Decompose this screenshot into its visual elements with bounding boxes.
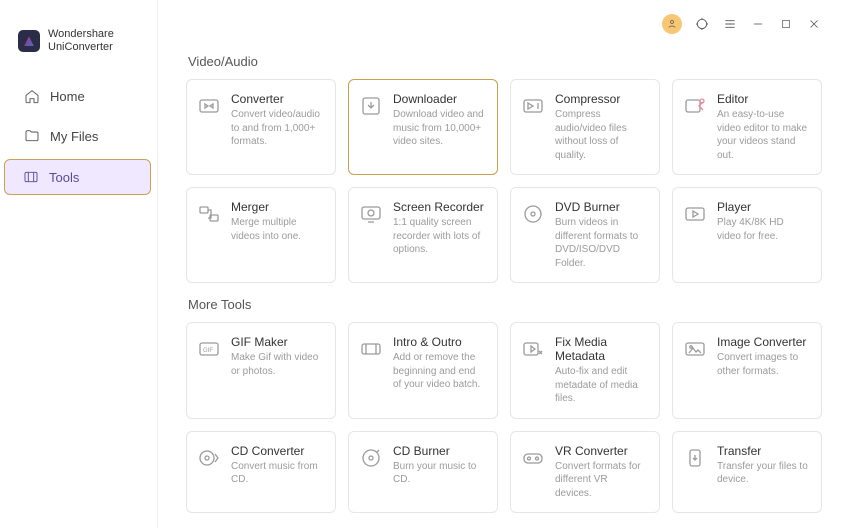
main-panel: Video/Audio Converter Convert video/audi… bbox=[158, 0, 850, 528]
minimize-button[interactable] bbox=[750, 16, 766, 32]
card-vr-converter[interactable]: VR Converter Convert formats for differe… bbox=[510, 431, 660, 514]
card-desc: Download video and music from 10,000+ vi… bbox=[393, 108, 485, 149]
home-icon bbox=[24, 88, 40, 104]
transfer-icon bbox=[683, 446, 707, 470]
user-avatar-icon[interactable] bbox=[662, 14, 682, 34]
sidebar-item-tools[interactable]: Tools bbox=[4, 159, 151, 195]
cd-converter-icon bbox=[197, 446, 221, 470]
card-title: Image Converter bbox=[717, 335, 809, 349]
card-desc: Convert formats for different VR devices… bbox=[555, 460, 647, 501]
section-title-more-tools: More Tools bbox=[188, 297, 822, 312]
card-title: Fix Media Metadata bbox=[555, 335, 647, 363]
card-cd-burner[interactable]: CD Burner Burn your music to CD. bbox=[348, 431, 498, 514]
merger-icon bbox=[197, 202, 221, 226]
app-window: Wondershare UniConverter Home My Files T… bbox=[0, 0, 850, 528]
card-editor[interactable]: Editor An easy-to-use video editor to ma… bbox=[672, 79, 822, 175]
folder-icon bbox=[24, 128, 40, 144]
intro-outro-icon bbox=[359, 337, 383, 361]
card-title: Downloader bbox=[393, 92, 485, 106]
app-logo-icon bbox=[18, 30, 40, 52]
cd-burner-icon bbox=[359, 446, 383, 470]
sidebar-item-label: My Files bbox=[50, 129, 98, 144]
card-desc: 1:1 quality screen recorder with lots of… bbox=[393, 216, 485, 257]
card-title: Player bbox=[717, 200, 809, 214]
support-icon[interactable] bbox=[694, 16, 710, 32]
card-image-converter[interactable]: Image Converter Convert images to other … bbox=[672, 322, 822, 419]
card-desc: Play 4K/8K HD video for free. bbox=[717, 216, 809, 243]
card-desc: An easy-to-use video editor to make your… bbox=[717, 108, 809, 162]
section-title-video-audio: Video/Audio bbox=[188, 54, 822, 69]
sidebar-item-myfiles[interactable]: My Files bbox=[6, 119, 151, 153]
card-desc: Auto-fix and edit metadate of media file… bbox=[555, 365, 647, 406]
video-audio-grid: Converter Convert video/audio to and fro… bbox=[186, 79, 822, 283]
card-desc: Transfer your files to device. bbox=[717, 460, 809, 487]
card-desc: Add or remove the beginning and end of y… bbox=[393, 351, 485, 392]
card-title: Editor bbox=[717, 92, 809, 106]
card-title: Transfer bbox=[717, 444, 809, 458]
card-player[interactable]: Player Play 4K/8K HD video for free. bbox=[672, 187, 822, 283]
card-fix-metadata[interactable]: Fix Media Metadata Auto-fix and edit met… bbox=[510, 322, 660, 419]
downloader-icon bbox=[359, 94, 383, 118]
sidebar: Wondershare UniConverter Home My Files T… bbox=[0, 0, 158, 528]
card-title: CD Converter bbox=[231, 444, 323, 458]
converter-icon bbox=[197, 94, 221, 118]
card-converter[interactable]: Converter Convert video/audio to and fro… bbox=[186, 79, 336, 175]
card-title: Compressor bbox=[555, 92, 647, 106]
card-desc: Merge multiple videos into one. bbox=[231, 216, 323, 243]
vr-converter-icon bbox=[521, 446, 545, 470]
sidebar-item-label: Home bbox=[50, 89, 85, 104]
tools-icon bbox=[23, 169, 39, 185]
card-desc: Convert video/audio to and from 1,000+ f… bbox=[231, 108, 323, 149]
svg-text:GIF: GIF bbox=[203, 348, 213, 354]
card-merger[interactable]: Merger Merge multiple videos into one. bbox=[186, 187, 336, 283]
card-compressor[interactable]: Compressor Compress audio/video files wi… bbox=[510, 79, 660, 175]
titlebar bbox=[186, 0, 822, 40]
sidebar-item-label: Tools bbox=[49, 170, 79, 185]
compressor-icon bbox=[521, 94, 545, 118]
card-title: DVD Burner bbox=[555, 200, 647, 214]
card-title: Intro & Outro bbox=[393, 335, 485, 349]
menu-icon[interactable] bbox=[722, 16, 738, 32]
brand-text: Wondershare UniConverter bbox=[48, 28, 114, 54]
brand-name-line1: Wondershare bbox=[48, 28, 114, 41]
card-dvd-burner[interactable]: DVD Burner Burn videos in different form… bbox=[510, 187, 660, 283]
card-title: VR Converter bbox=[555, 444, 647, 458]
card-gif-maker[interactable]: GIF GIF Maker Make Gif with video or pho… bbox=[186, 322, 336, 419]
brand-name-line2: UniConverter bbox=[48, 41, 114, 54]
image-converter-icon bbox=[683, 337, 707, 361]
card-title: Merger bbox=[231, 200, 323, 214]
card-cd-converter[interactable]: CD Converter Convert music from CD. bbox=[186, 431, 336, 514]
card-transfer[interactable]: Transfer Transfer your files to device. bbox=[672, 431, 822, 514]
card-intro-outro[interactable]: Intro & Outro Add or remove the beginnin… bbox=[348, 322, 498, 419]
metadata-icon bbox=[521, 337, 545, 361]
more-tools-grid: GIF GIF Maker Make Gif with video or pho… bbox=[186, 322, 822, 513]
gif-maker-icon: GIF bbox=[197, 337, 221, 361]
card-desc: Burn your music to CD. bbox=[393, 460, 485, 487]
card-screen-recorder[interactable]: Screen Recorder 1:1 quality screen recor… bbox=[348, 187, 498, 283]
editor-icon bbox=[683, 94, 707, 118]
close-button[interactable] bbox=[806, 16, 822, 32]
card-desc: Compress audio/video files without loss … bbox=[555, 108, 647, 162]
card-downloader[interactable]: Downloader Download video and music from… bbox=[348, 79, 498, 175]
player-icon bbox=[683, 202, 707, 226]
card-title: Screen Recorder bbox=[393, 200, 485, 214]
card-title: GIF Maker bbox=[231, 335, 323, 349]
card-title: CD Burner bbox=[393, 444, 485, 458]
sidebar-item-home[interactable]: Home bbox=[6, 79, 151, 113]
card-desc: Burn videos in different formats to DVD/… bbox=[555, 216, 647, 270]
card-desc: Convert music from CD. bbox=[231, 460, 323, 487]
card-desc: Convert images to other formats. bbox=[717, 351, 809, 378]
card-title: Converter bbox=[231, 92, 323, 106]
screen-recorder-icon bbox=[359, 202, 383, 226]
brand: Wondershare UniConverter bbox=[0, 28, 157, 74]
dvd-burner-icon bbox=[521, 202, 545, 226]
maximize-button[interactable] bbox=[778, 16, 794, 32]
card-desc: Make Gif with video or photos. bbox=[231, 351, 323, 378]
